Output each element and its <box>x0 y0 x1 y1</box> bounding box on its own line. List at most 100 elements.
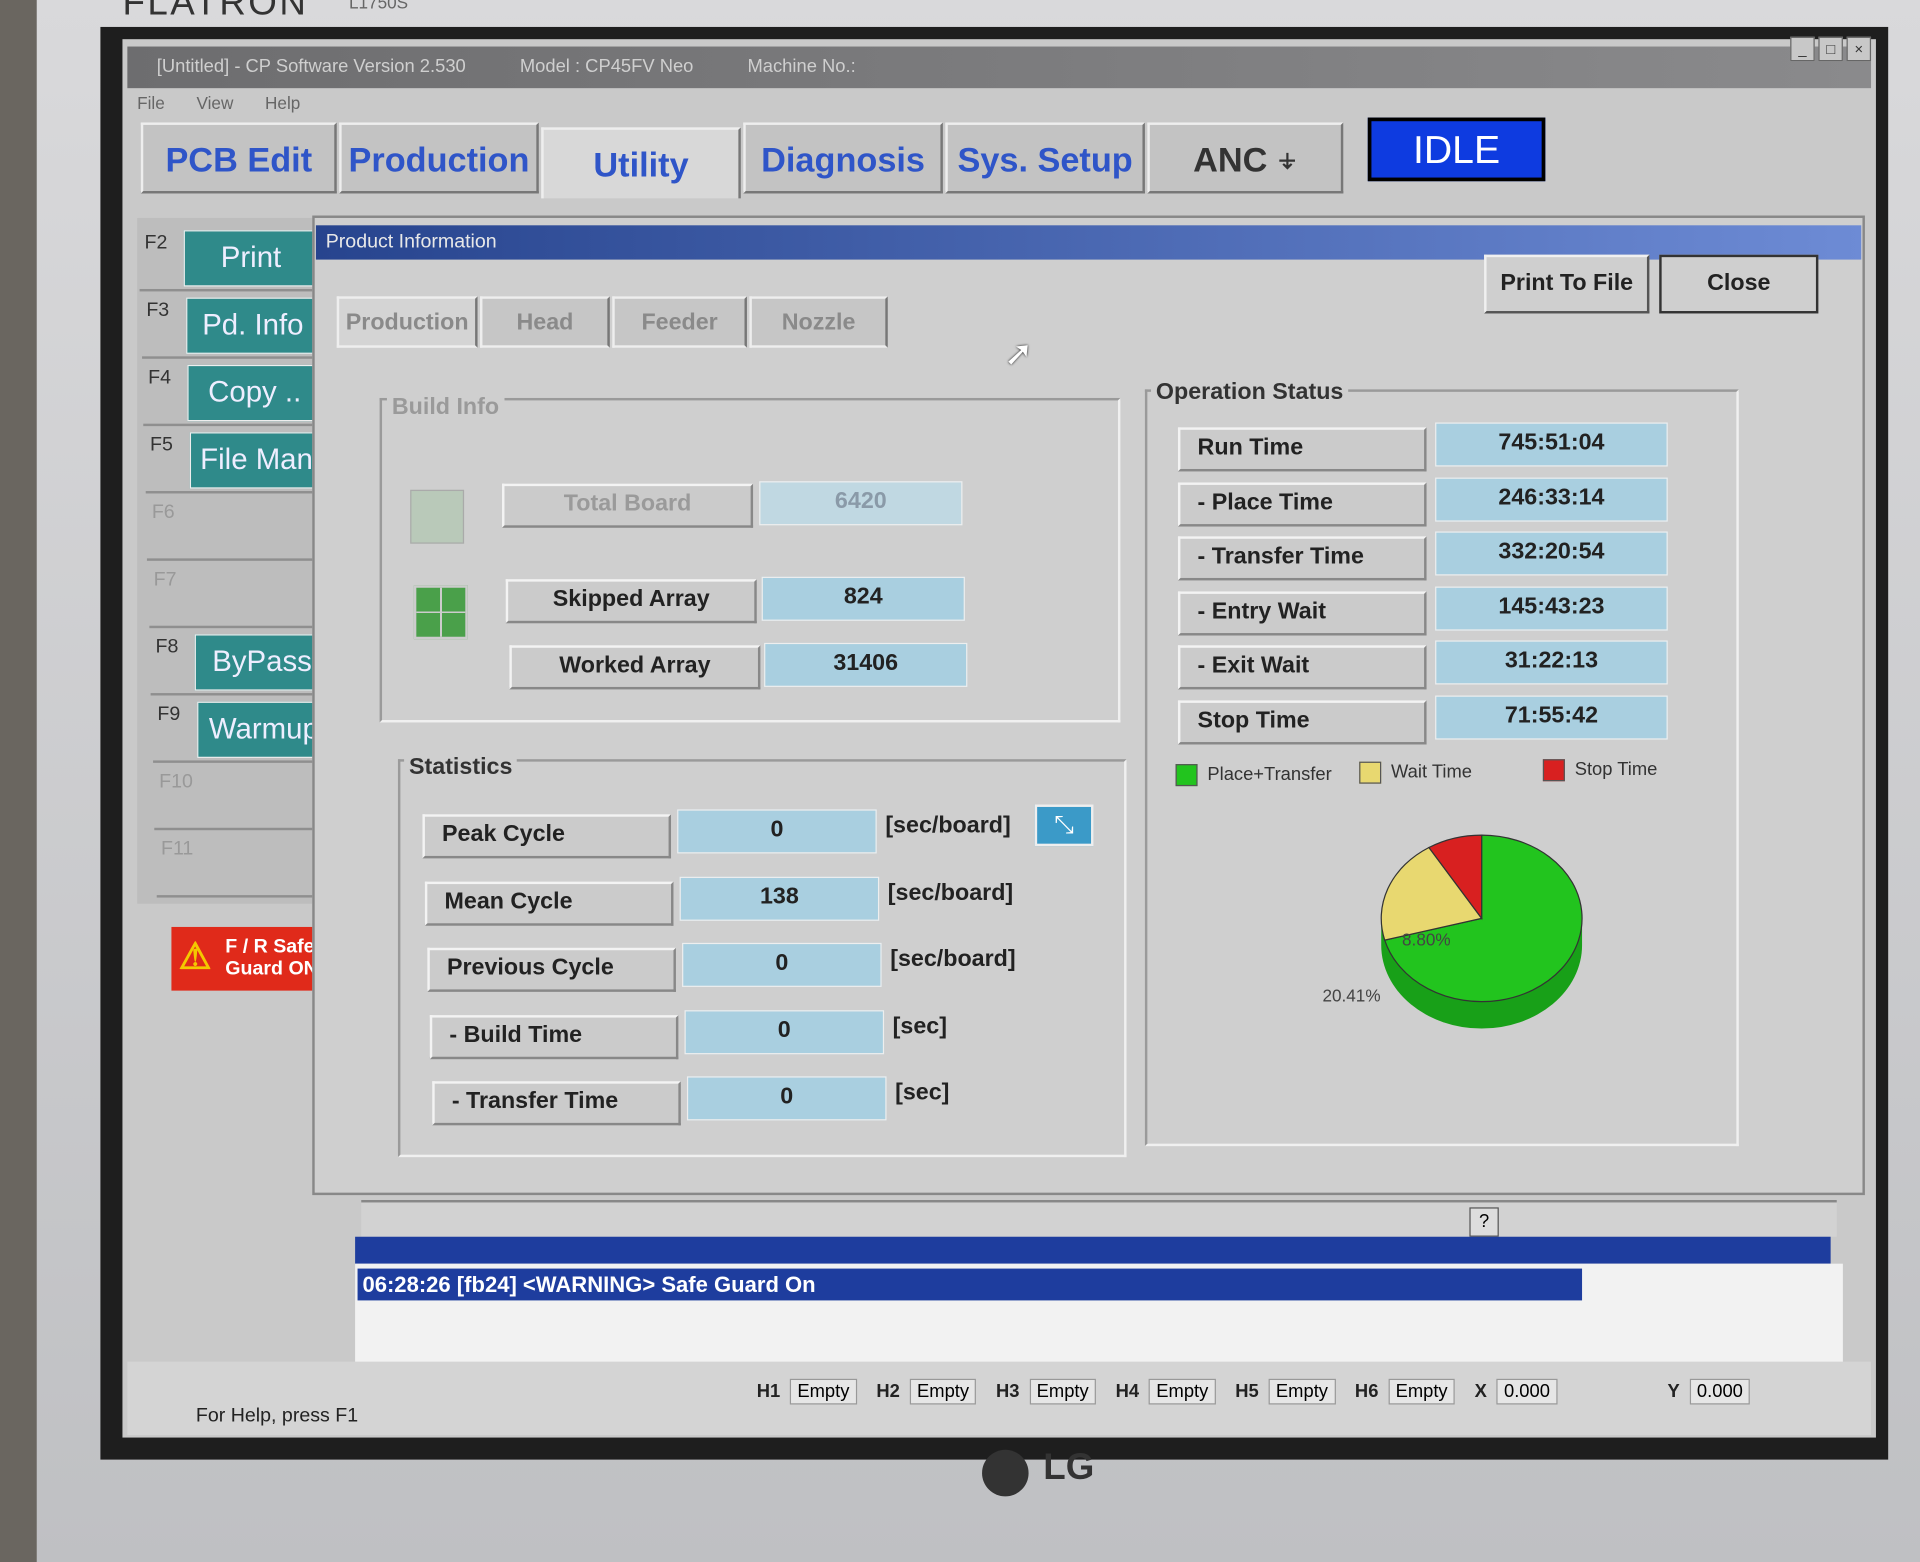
op-label: Run Time <box>1177 427 1427 472</box>
fkey-f10: F10 <box>154 764 338 831</box>
op-label: - Exit Wait <box>1177 645 1427 690</box>
title-bar: [Untitled] - CP Software Version 2.530 M… <box>127 46 1872 89</box>
stat-label: Previous Cycle <box>427 947 676 992</box>
coord-x: 0.000 <box>1496 1378 1558 1405</box>
lg-logo-icon <box>982 1449 1029 1497</box>
minimize-button[interactable]: _ <box>1790 36 1815 62</box>
warning-icon: ⚠ <box>178 936 212 978</box>
dialog-bottom-bar <box>361 1200 1837 1237</box>
legend-swatch <box>1359 761 1382 784</box>
fkey-button-bypass[interactable]: ByPass <box>194 634 330 691</box>
fkey-button-copy-[interactable]: Copy .. <box>187 364 323 422</box>
close-button[interactable]: Close <box>1659 254 1819 314</box>
head-value: Empty <box>909 1378 977 1405</box>
fkey-button-pd-info[interactable]: Pd. Info <box>185 297 321 354</box>
build-label: Total Board <box>502 483 754 528</box>
statistics-title: Statistics <box>404 754 518 782</box>
fkey-f9[interactable]: F9 Warmup <box>152 697 337 763</box>
stat-label: Peak Cycle <box>422 814 672 859</box>
stat-value: 0 <box>686 1076 887 1121</box>
subtab-production[interactable]: Production <box>336 296 478 348</box>
fkey-code: F6 <box>151 502 175 523</box>
tab-diagnosis[interactable]: Diagnosis <box>743 122 943 194</box>
coord-x-label: X <box>1474 1381 1487 1403</box>
stat-value: 138 <box>679 876 880 921</box>
subtab-head[interactable]: Head <box>480 296 610 348</box>
fkey-f8[interactable]: F8 ByPass <box>150 629 335 696</box>
build-value: 31406 <box>764 642 968 687</box>
stat-unit: [sec/board] <box>887 879 1014 906</box>
stat-value: 0 <box>682 942 882 987</box>
stat-value: 0 <box>684 1009 885 1054</box>
menu-help[interactable]: Help <box>265 93 300 113</box>
fkey-f6: F6 <box>146 495 331 561</box>
head-value: Empty <box>1388 1378 1455 1405</box>
help-button[interactable]: ? <box>1469 1207 1499 1237</box>
stat-unit: [sec/board] <box>890 946 1016 973</box>
menu-bar: File View Help <box>127 93 1871 120</box>
menu-view[interactable]: View <box>196 93 233 113</box>
fkey-code: F3 <box>146 300 170 321</box>
stat-label: - Transfer Time <box>432 1081 681 1126</box>
menu-file[interactable]: File <box>137 93 165 113</box>
op-label: - Entry Wait <box>1177 591 1427 636</box>
tab-utility[interactable]: Utility <box>541 127 741 199</box>
window-title: [Untitled] - CP Software Version 2.530 <box>156 56 466 78</box>
fkey-button-print[interactable]: Print <box>183 230 319 287</box>
head-value: Empty <box>1148 1378 1216 1405</box>
op-value: 145:43:23 <box>1435 586 1668 631</box>
legend-swatch <box>1175 764 1198 787</box>
fkey-f3[interactable]: F3 Pd. Info <box>141 293 326 359</box>
fkey-code: F4 <box>148 367 172 389</box>
op-value: 745:51:04 <box>1435 422 1668 467</box>
close-window-button[interactable]: × <box>1846 36 1872 62</box>
tab-anc[interactable]: ANC ⍖ <box>1147 122 1344 194</box>
fkey-code: F2 <box>144 232 168 254</box>
fkey-code: F7 <box>153 569 177 591</box>
stat-value: 0 <box>677 809 877 854</box>
print-to-file-button[interactable]: Print To File <box>1484 254 1650 314</box>
fkey-f5[interactable]: F5 File Man <box>145 427 329 494</box>
operation-status-title: Operation Status <box>1151 379 1349 407</box>
operation-pie-chart: 70.79%20.41%8.80% <box>1322 834 1583 1029</box>
subtab-feeder[interactable]: Feeder <box>612 296 747 348</box>
legend-label: Place+Transfer <box>1207 764 1332 785</box>
legend-label: Stop Time <box>1574 759 1658 781</box>
head-value: Empty <box>1029 1378 1097 1405</box>
build-label: Skipped Array <box>505 579 757 624</box>
head-label: H6 <box>1354 1381 1379 1403</box>
head-value: Empty <box>1268 1378 1336 1405</box>
tab-pcb-edit[interactable]: PCB Edit <box>140 122 337 194</box>
legend-label: Wait Time <box>1391 761 1473 783</box>
op-value: 332:20:54 <box>1435 531 1668 576</box>
pie-label: 8.80% <box>1402 929 1451 949</box>
monitor-brand: FLATRON <box>122 0 309 24</box>
fkey-code: F9 <box>157 704 181 725</box>
head-label: H4 <box>1115 1381 1140 1403</box>
fkey-f7: F7 <box>148 562 333 629</box>
fkey-button-file-man[interactable]: File Man <box>189 432 324 489</box>
fkey-f4[interactable]: F4 Copy .. <box>143 360 327 427</box>
stat-label: Mean Cycle <box>424 881 674 926</box>
reset-statistics-button[interactable]: ⤡ <box>1034 804 1094 847</box>
safeguard-indicator: ⚠ F / R Safe Guard ON <box>171 926 329 991</box>
anc-label: ANC <box>1193 140 1268 179</box>
fkey-button-warmup[interactable]: Warmup <box>196 701 332 758</box>
machine-state-indicator: IDLE <box>1367 117 1546 182</box>
maximize-button[interactable]: □ <box>1818 36 1843 62</box>
array-icon <box>413 585 468 640</box>
subtab-nozzle[interactable]: Nozzle <box>749 296 888 348</box>
mouse-cursor-icon: ➚ <box>1004 334 1033 373</box>
log-header-bar <box>355 1236 1831 1264</box>
op-value: 246:33:14 <box>1435 477 1668 522</box>
board-icon <box>410 489 465 544</box>
tab-production[interactable]: Production <box>339 122 539 194</box>
fkey-f2[interactable]: F2 Print <box>139 225 324 292</box>
anc-nozzle-icon: ⍖ <box>1276 140 1298 179</box>
tab-sys-setup[interactable]: Sys. Setup <box>945 122 1145 194</box>
coord-y: 0.000 <box>1689 1378 1751 1405</box>
head-label: H3 <box>996 1381 1020 1403</box>
model-text: Model : CP45FV Neo <box>519 56 694 78</box>
build-label: Worked Array <box>509 645 761 690</box>
log-message: 06:28:26 [fb24] <WARNING> Safe Guard On <box>357 1268 1583 1301</box>
